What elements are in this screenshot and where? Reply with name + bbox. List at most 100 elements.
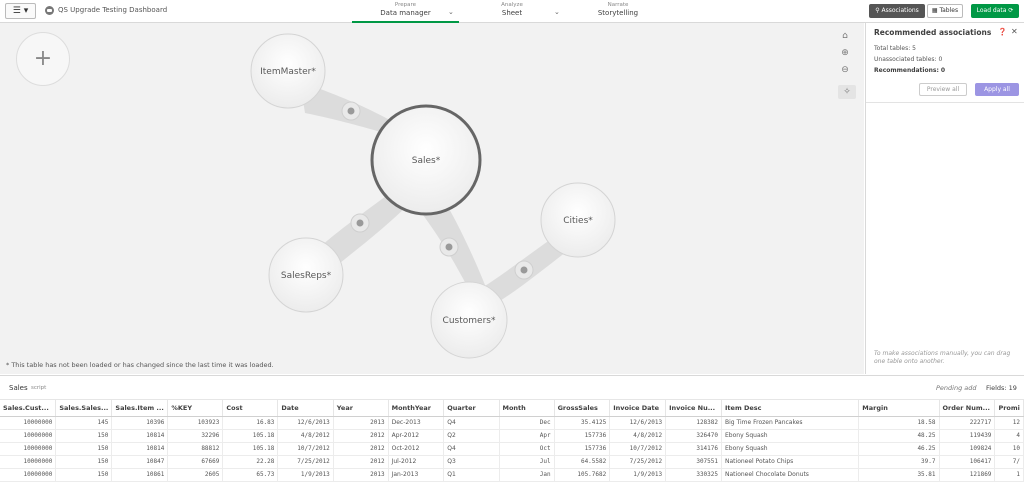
table-cell: 12/6/2013 (609, 416, 667, 430)
magic-wand-icon[interactable]: ✧ (838, 85, 856, 99)
global-menu-button[interactable]: ☰ ▾ (5, 3, 36, 19)
fields-count: Fields: 19 (986, 384, 1017, 392)
table-cell: 10000000 (0, 468, 57, 482)
table-cell: 2012 (333, 429, 389, 443)
tables-label: Tables (939, 7, 959, 14)
column-header[interactable]: Sales.Cust... (0, 400, 57, 417)
table-cell: 18.58 (858, 416, 940, 430)
chevron-down-icon[interactable]: ⌄ (448, 8, 454, 16)
table-cell: 2013 (333, 416, 389, 430)
table-cell: 1 (994, 468, 1024, 482)
load-data-button[interactable]: Load data ⟳ (971, 4, 1019, 18)
add-data-button[interactable]: + (16, 32, 70, 86)
table-cell: 1/9/2013 (277, 468, 334, 482)
column-header[interactable]: Promi (994, 400, 1024, 417)
table-cell: 150 (55, 442, 113, 456)
chevron-down-icon[interactable]: ⌄ (554, 8, 560, 16)
app-icon (45, 6, 54, 15)
table-cell: 4/8/2012 (277, 429, 334, 443)
association-canvas[interactable]: ItemMaster* Sales* SalesReps* Cities* Cu… (0, 23, 864, 374)
table-bubble-sales[interactable]: Sales* (370, 104, 482, 216)
table-cell: 10 (994, 442, 1024, 456)
table-bubble-itemmaster[interactable]: ItemMaster* (250, 33, 326, 109)
nav-prepare[interactable]: Prepare Data manager (352, 2, 459, 23)
nav-narrate-sub: Narrate (607, 2, 629, 8)
column-header[interactable]: MonthYear (388, 400, 445, 417)
table-cell: 10396 (111, 416, 169, 430)
table-cell: 150 (55, 468, 113, 482)
zoom-in-icon[interactable]: ⊕ (838, 46, 852, 60)
table-bubble-cities[interactable]: Cities* (540, 182, 616, 258)
help-icon[interactable]: ❓ (998, 28, 1007, 36)
table-cell: 119439 (939, 429, 996, 443)
nav-prepare-main: Data manager (380, 9, 431, 17)
home-icon[interactable]: ⌂ (838, 29, 852, 43)
table-cell: 2012 (333, 442, 389, 456)
nav-analyze[interactable]: Analyze Sheet (459, 2, 565, 17)
table-cell: 32296 (167, 429, 224, 443)
total-tables-stat: Total tables: 5 (874, 45, 916, 52)
table-cell: Q3 (443, 455, 500, 469)
close-icon[interactable]: ✕ (1011, 27, 1018, 36)
column-header[interactable]: %KEY (167, 400, 224, 417)
table-cell: Big Time Frozen Pancakes (721, 416, 860, 430)
column-header[interactable]: Invoice Nu... (665, 400, 723, 417)
table-cell: 10814 (111, 442, 169, 456)
table-cell: 12 (994, 416, 1024, 430)
column-header[interactable]: Invoice Date (609, 400, 667, 417)
table-cell: Oct (499, 442, 555, 456)
table-cell: 314176 (665, 442, 723, 456)
associations-button[interactable]: ⚲ Associations (869, 4, 925, 18)
table-cell: 10814 (111, 429, 169, 443)
column-header[interactable]: Date (277, 400, 334, 417)
table-cell: 10000000 (0, 429, 57, 443)
unassociated-tables-stat: Unassociated tables: 0 (874, 56, 943, 63)
app-title: QS Upgrade Testing Dashboard (58, 6, 168, 14)
table-cell: 10000000 (0, 416, 57, 430)
table-cell: 326470 (665, 429, 723, 443)
table-label-sales: Sales* (412, 156, 441, 166)
data-preview-grid[interactable]: Sales.Cust... Sales.Sales... Sales.Item ..… (0, 400, 1024, 485)
table-cell: 150 (55, 429, 113, 443)
column-header[interactable]: GrossSales (554, 400, 611, 417)
table-cell: 109824 (939, 442, 996, 456)
nav-narrate[interactable]: Narrate Storytelling (565, 2, 671, 17)
table-cell: 10/7/2012 (277, 442, 334, 456)
table-cell: Q2 (443, 429, 500, 443)
table-cell: 46.25 (858, 442, 940, 456)
table-cell: 10000000 (0, 442, 57, 456)
tables-button[interactable]: ▦ Tables (927, 4, 963, 18)
table-cell: 222717 (939, 416, 996, 430)
column-header[interactable]: Year (333, 400, 389, 417)
table-label-cities: Cities* (563, 216, 593, 226)
load-icon: ⟳ (1006, 7, 1014, 14)
column-header[interactable]: Sales.Item ... (111, 400, 169, 417)
table-cell: 105.18 (222, 442, 279, 456)
table-bubble-salesreps[interactable]: SalesReps* (268, 237, 344, 313)
data-preview-table: Sales.Cust... Sales.Sales... Sales.Item ..… (0, 400, 1024, 482)
column-header[interactable]: Item Desc (721, 400, 860, 417)
table-cell: 330325 (665, 468, 723, 482)
table-bubble-customers[interactable]: Customers* (430, 281, 508, 359)
column-header[interactable]: Month (499, 400, 555, 417)
preview-all-button[interactable]: Preview all (919, 83, 967, 96)
table-cell: Apr (499, 429, 555, 443)
apply-all-button[interactable]: Apply all (975, 83, 1019, 96)
load-data-label: Load data (976, 7, 1007, 14)
table-header-row: Sales.Cust... Sales.Sales... Sales.Item ..… (0, 400, 1024, 417)
table-cell: Nationeel Chocolate Donuts (721, 468, 860, 482)
zoom-out-icon[interactable]: ⊖ (838, 63, 852, 77)
column-header[interactable]: Order Num... (939, 400, 996, 417)
preview-table-tab-sub: script (31, 385, 47, 391)
table-cell: Nationeel Potato Chips (721, 455, 860, 469)
associations-label: Associations (881, 7, 919, 14)
canvas-footnote: * This table has not been loaded or has … (6, 361, 274, 369)
column-header[interactable]: Quarter (443, 400, 500, 417)
column-header[interactable]: Cost (222, 400, 279, 417)
table-row: 10000000 150 10814 88812 105.18 10/7/2012 2012… (0, 442, 1024, 456)
preview-table-tab[interactable]: Sales (9, 384, 28, 392)
column-header[interactable]: Sales.Sales... (55, 400, 113, 417)
table-cell: 22.28 (222, 455, 279, 469)
column-header[interactable]: Margin (858, 400, 940, 417)
table-cell: 7/25/2012 (277, 455, 334, 469)
